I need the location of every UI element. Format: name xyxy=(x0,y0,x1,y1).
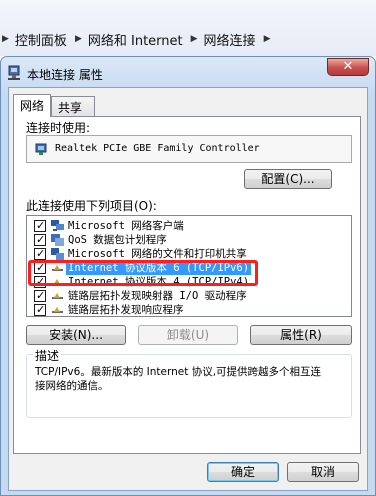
breadcrumb-network-connections[interactable]: 网络连接 xyxy=(204,30,256,49)
adapter-name: Realtek PCIe GBE Family Controller xyxy=(55,143,260,154)
item-checkbox[interactable] xyxy=(34,303,46,316)
adapter-field: Realtek PCIe GBE Family Controller xyxy=(26,135,352,163)
item-label: QoS 数据包计划程序 xyxy=(68,234,167,246)
breadcrumb: ▶ 控制面板 ▶ 网络和 Internet ▶ 网络连接 ▶ xyxy=(0,28,276,50)
breadcrumb-control-panel[interactable]: 控制面板 xyxy=(15,30,67,49)
network-card-icon xyxy=(35,143,47,155)
item-label: Microsoft 网络客户端 xyxy=(68,220,184,232)
explorer-address-bar: ▶ 控制面板 ▶ 网络和 Internet ▶ 网络连接 ▶ xyxy=(0,0,376,56)
dialog-titlebar[interactable]: 本地连接 属性 ✕ xyxy=(1,57,375,87)
item-label: Microsoft 网络的文件和打印机共享 xyxy=(68,248,247,260)
properties-button[interactable]: 属性(R) xyxy=(250,325,352,345)
close-button[interactable]: ✕ xyxy=(327,58,369,76)
description-label: 描述 xyxy=(33,347,62,364)
protocol-icon xyxy=(52,293,63,299)
items-label: 此连接使用下列项目(O): xyxy=(26,199,157,213)
ok-button[interactable]: 确定 xyxy=(207,462,279,482)
configure-button[interactable]: 配置(C)... xyxy=(244,169,332,189)
annotation-highlight-box xyxy=(28,260,258,286)
item-label: 链路层拓扑发现映射器 I/O 驱动程序 xyxy=(68,290,247,302)
dialog-title: 本地连接 属性 xyxy=(27,68,103,82)
breadcrumb-arrow-icon[interactable]: ▶ xyxy=(191,34,198,44)
item-checkbox[interactable] xyxy=(34,289,46,302)
breadcrumb-arrow-icon[interactable]: ▶ xyxy=(75,34,82,44)
breadcrumb-arrow-icon[interactable]: ▶ xyxy=(2,34,9,44)
file-printer-sharing-icon xyxy=(51,248,64,260)
list-item[interactable]: 链路层拓扑发现映射器 I/O 驱动程序 xyxy=(27,289,351,303)
dialog-client-area: 网络 共享 连接时使用: Realtek PCIe GBE Family Con… xyxy=(8,87,368,491)
description-groupbox: 描述 TCP/IPv6。最新版本的 Internet 协议,可提供跨越多个相互连… xyxy=(26,347,352,418)
network-client-icon xyxy=(51,220,64,231)
list-item[interactable]: QoS 数据包计划程序 xyxy=(27,233,351,247)
list-item[interactable]: Microsoft 网络客户端 xyxy=(27,219,351,233)
breadcrumb-network-internet[interactable]: 网络和 Internet xyxy=(88,30,183,49)
list-item[interactable]: Microsoft 网络的文件和打印机共享 xyxy=(27,247,351,261)
uninstall-button[interactable]: 卸载(U) xyxy=(138,325,238,345)
tab-sharing[interactable]: 共享 xyxy=(51,96,95,116)
protocol-icon xyxy=(52,307,63,313)
install-button[interactable]: 安装(N)... xyxy=(26,325,126,345)
description-text: TCP/IPv6。最新版本的 Internet 协议,可提供跨越多个相互连接网络… xyxy=(35,366,322,392)
connect-using-label: 连接时使用: xyxy=(26,121,91,135)
list-item[interactable]: 链路层拓扑发现响应程序 xyxy=(27,303,351,316)
item-label: 链路层拓扑发现响应程序 xyxy=(68,304,184,316)
qos-scheduler-icon xyxy=(51,234,64,246)
item-checkbox[interactable] xyxy=(34,247,46,260)
network-adapter-icon xyxy=(8,65,20,80)
item-checkbox[interactable] xyxy=(34,233,46,246)
breadcrumb-arrow-icon[interactable]: ▶ xyxy=(264,34,271,44)
tab-network[interactable]: 网络 xyxy=(13,94,51,117)
item-checkbox[interactable] xyxy=(34,219,46,232)
cancel-button[interactable]: 取消 xyxy=(287,462,359,482)
